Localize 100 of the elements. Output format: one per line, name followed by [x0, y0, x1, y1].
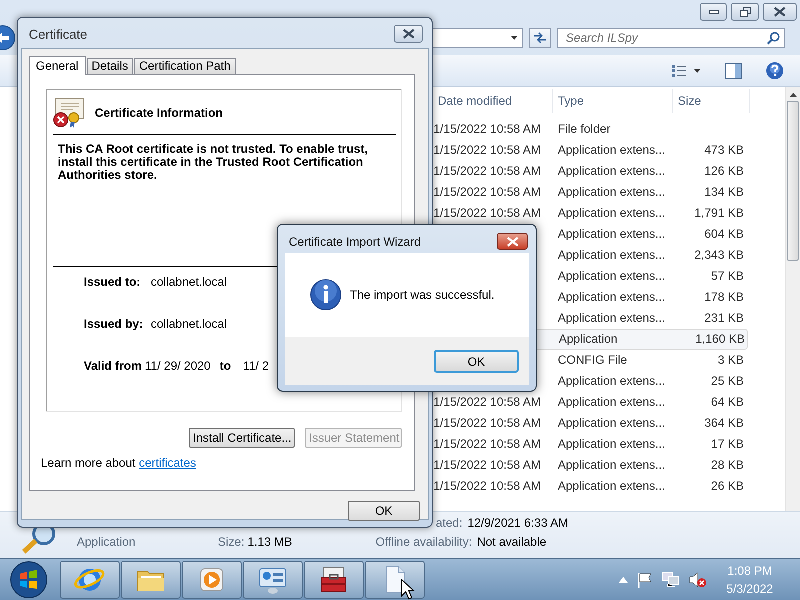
- dialog-title: Certificate: [28, 26, 88, 44]
- scroll-up-icon: [790, 93, 796, 97]
- type-cell-text: File folder: [558, 121, 612, 138]
- size-cell-text: 26 KB: [710, 478, 744, 495]
- close-icon: [402, 29, 414, 39]
- type-cell-text: Application extens...: [558, 310, 666, 327]
- size-cell-text: 28 KB: [710, 457, 744, 474]
- refresh-button[interactable]: [529, 28, 551, 48]
- taskbar-button[interactable]: [304, 560, 364, 598]
- size-value: 1.13 MB: [248, 534, 294, 551]
- file-row[interactable]: 1/15/2022 10:58 AM Application extens... 364 KB: [433, 413, 748, 434]
- offline-label: Offline availability:: [376, 534, 472, 551]
- type-cell-text: Application extens...: [558, 394, 666, 411]
- size-cell-text: 134 KB: [704, 184, 744, 201]
- file-row[interactable]: 1/15/2022 10:58 AM Application extens... 17 KB: [433, 434, 748, 455]
- file-row[interactable]: 1/15/2022 10:58 AM Application extens... 1,791 KB: [433, 203, 748, 224]
- file-row[interactable]: 1/15/2022 10:58 AM Application extens... 28 KB: [433, 455, 748, 476]
- type-cell-text: Application extens...: [558, 142, 666, 159]
- search-field[interactable]: Search ILSpy: [557, 28, 785, 48]
- size-cell-text: 178 KB: [704, 289, 744, 306]
- size-cell-text: 64 KB: [710, 394, 744, 411]
- type-cell-text: Application extens...: [558, 457, 666, 474]
- date-cell-text: 1/15/2022 10:58 AM: [433, 184, 541, 201]
- preview-pane-icon[interactable]: [725, 62, 742, 78]
- size-cell-text: 3 KB: [716, 352, 744, 369]
- file-row[interactable]: 1/15/2022 10:58 AM Application extens... 126 KB: [433, 161, 748, 182]
- trust-message: This CA Root certificate is not trusted. To enable trust, install this certificate in the Trusted Root Certification Authorities store.: [58, 143, 370, 182]
- type-cell-text: Application extens...: [558, 226, 666, 243]
- type-cell-text: Application: [559, 331, 619, 348]
- file-row[interactable]: 1/15/2022 10:58 AM Application extens... 64 KB: [433, 392, 748, 413]
- ok-button[interactable]: OK: [434, 350, 519, 373]
- clock-time: 1:08 PM: [728, 562, 772, 580]
- date-cell-text: 1/15/2022 10:58 AM: [433, 142, 541, 159]
- type-cell-text: Application extens...: [558, 373, 666, 390]
- file-row[interactable]: 1/15/2022 10:58 AM Application extens... 26 KB: [433, 476, 748, 497]
- date-cell-text: 1/15/2022 10:58 AM: [433, 478, 541, 495]
- field-label: to: [220, 358, 232, 375]
- dialog-title: Certificate Import Wizard: [288, 234, 422, 251]
- tab[interactable]: General: [29, 56, 86, 75]
- refresh-icon: [533, 32, 547, 44]
- close-button[interactable]: [394, 25, 423, 43]
- field-label: Issued by:: [84, 316, 144, 333]
- date-cell-text: 1/15/2022 10:58 AM: [433, 205, 541, 222]
- size-cell-text: 1,160 KB: [694, 331, 745, 348]
- size-cell-text: 473 KB: [704, 142, 744, 159]
- close-button[interactable]: [763, 3, 797, 21]
- type-cell-text: Application extens...: [558, 163, 666, 180]
- dialog-button[interactable]: Install Certificate...: [189, 428, 295, 448]
- tab[interactable]: Certification Path: [134, 58, 236, 74]
- info-title: Certificate Information: [95, 106, 224, 120]
- type-cell-text: Application extens...: [558, 205, 666, 222]
- date-cell-text: 1/15/2022 10:58 AM: [433, 394, 541, 411]
- field-value: collabnet.local: [151, 274, 228, 291]
- type-cell-text: CONFIG File: [558, 352, 628, 369]
- restore-button[interactable]: [731, 3, 759, 21]
- field-label: Issued to:: [84, 274, 142, 291]
- date-cell-text: 1/15/2022 10:58 AM: [433, 415, 541, 432]
- caret-icon[interactable]: [694, 68, 701, 72]
- file-row[interactable]: 1/15/2022 10:58 AM File folder: [433, 119, 748, 140]
- size-cell-text: 17 KB: [710, 436, 744, 453]
- type-cell-text: Application extens...: [558, 478, 666, 495]
- column-header[interactable]: Type: [553, 89, 673, 113]
- created-value: 12/9/2021 6:33 AM: [468, 515, 568, 532]
- file-row[interactable]: 1/15/2022 10:58 AM Application extens... 473 KB: [433, 140, 748, 161]
- tab[interactable]: Details: [86, 58, 134, 74]
- type-cell-text: Application extens...: [558, 289, 666, 306]
- size-cell-text: 1,791 KB: [694, 205, 744, 222]
- type-cell-text: Application extens...: [558, 436, 666, 453]
- size-cell-text: 25 KB: [710, 373, 744, 390]
- scroll-thumb[interactable]: [787, 101, 799, 261]
- search-icon: [767, 32, 780, 45]
- type-cell-text: Application extens...: [558, 268, 666, 285]
- date-cell-text: 1/15/2022 10:58 AM: [433, 436, 541, 453]
- close-button[interactable]: [497, 233, 528, 250]
- minimize-button[interactable]: [700, 3, 727, 21]
- flag-icon[interactable]: [637, 572, 653, 588]
- date-value: 11/ 29/ 2020: [145, 358, 211, 375]
- restore-icon: [740, 7, 750, 17]
- view-list-icon[interactable]: [672, 64, 686, 76]
- field-label: Valid from: [84, 358, 142, 375]
- date-cell-text: 1/15/2022 10:58 AM: [433, 163, 541, 180]
- size-label: Size:: [218, 534, 245, 551]
- offline-value: Not available: [477, 534, 547, 551]
- speaker-muted-icon[interactable]: [689, 572, 707, 588]
- column-header[interactable]: Size: [673, 89, 750, 113]
- network-icon[interactable]: [662, 572, 680, 588]
- file-row[interactable]: 1/15/2022 10:58 AM Application extens... 134 KB: [433, 182, 748, 203]
- size-cell-text: 2,343 KB: [694, 247, 744, 264]
- scrollbar[interactable]: [785, 87, 800, 511]
- ok-button[interactable]: OK: [348, 501, 420, 521]
- learn-more-link[interactable]: certificates: [139, 456, 196, 470]
- date-value: 11/ 2: [243, 358, 269, 375]
- close-icon: [774, 7, 786, 17]
- size-cell-text: 364 KB: [704, 415, 744, 432]
- clock-date: 5/3/2022: [726, 580, 774, 598]
- minimize-icon: [708, 10, 718, 14]
- chevron-up-icon[interactable]: [619, 576, 628, 582]
- type-cell-text: Application extens...: [558, 415, 666, 432]
- help-icon[interactable]: [766, 62, 784, 80]
- start-button[interactable]: [8, 560, 50, 598]
